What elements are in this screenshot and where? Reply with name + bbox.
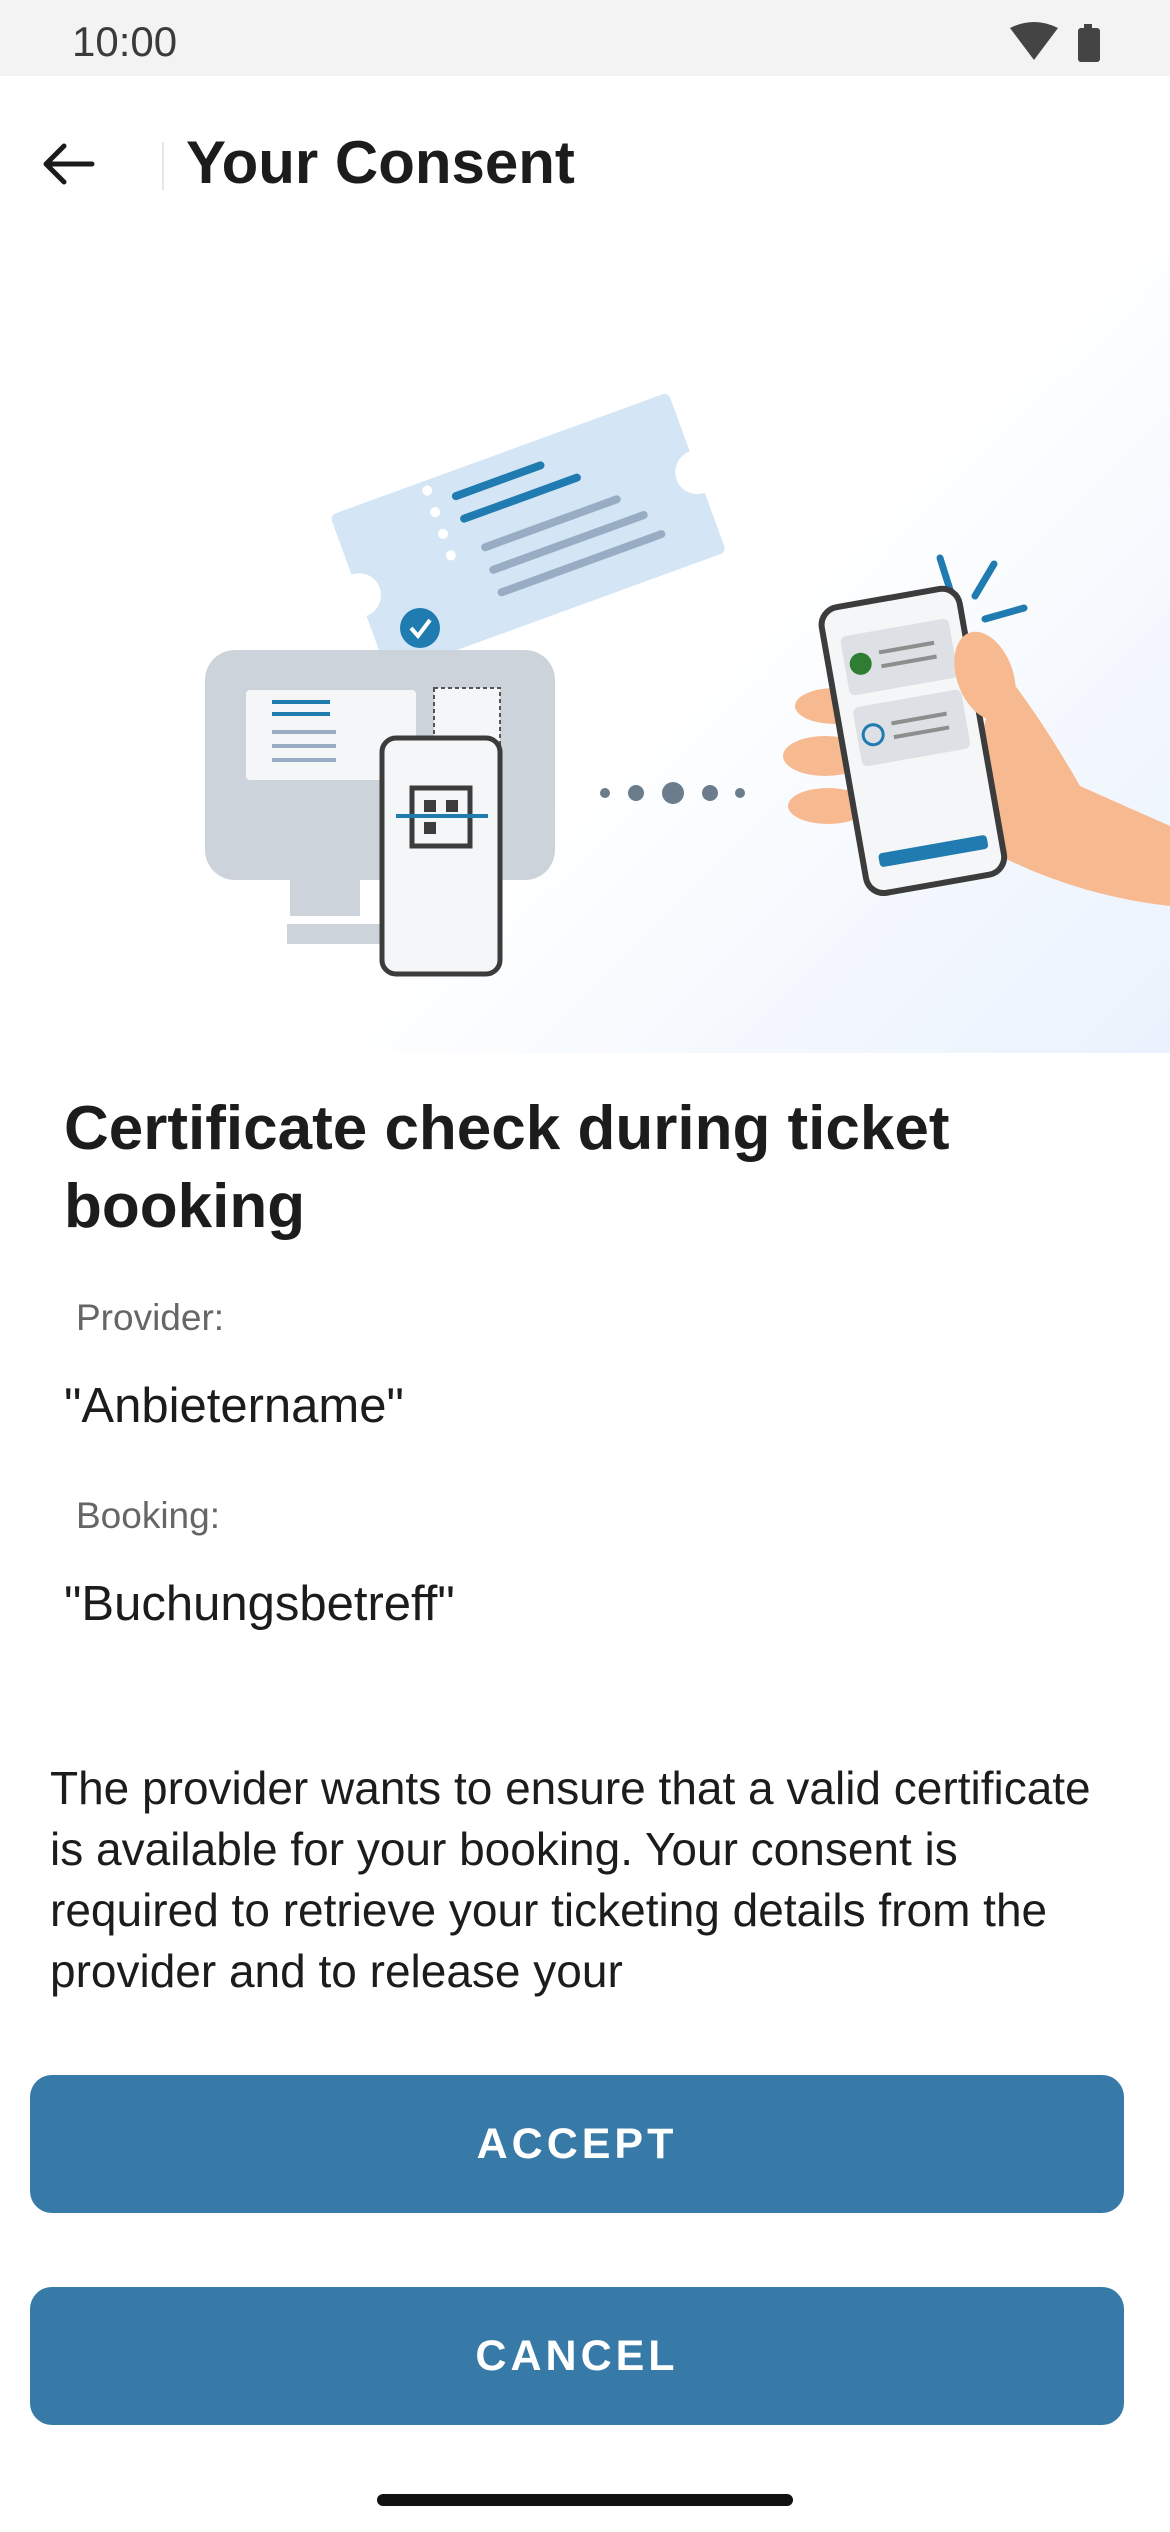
app-bar-divider — [162, 142, 164, 190]
booking-label: Booking: — [76, 1495, 220, 1536]
app-bar: Your Consent — [0, 76, 1170, 256]
battery-icon — [1078, 24, 1100, 62]
status-bar: 10:00 — [0, 0, 1170, 76]
scanner-phone-illustration — [379, 735, 503, 977]
cancel-button[interactable]: CANCEL — [30, 2287, 1124, 2425]
wifi-icon — [1010, 22, 1058, 60]
ticket-illustration — [331, 393, 725, 674]
back-arrow-icon — [43, 143, 95, 185]
connection-dots — [600, 782, 745, 804]
status-time: 10:00 — [72, 18, 178, 65]
provider-value: "Anbietername" — [64, 1379, 404, 1433]
accept-button[interactable]: ACCEPT — [30, 2075, 1124, 2213]
verified-badge-icon — [400, 608, 440, 648]
consent-description: The provider wants to ensure that a vali… — [50, 1762, 1091, 1997]
page-title: Your Consent — [186, 129, 575, 196]
headline: Certificate check during ticket booking — [64, 1094, 950, 1241]
back-button[interactable] — [30, 126, 106, 202]
hero-illustration — [0, 256, 1170, 1053]
provider-label: Provider: — [76, 1297, 225, 1338]
booking-value: "Buchungsbetreff" — [64, 1577, 455, 1631]
status-icons — [1010, 22, 1110, 71]
home-indicator — [377, 2494, 793, 2506]
